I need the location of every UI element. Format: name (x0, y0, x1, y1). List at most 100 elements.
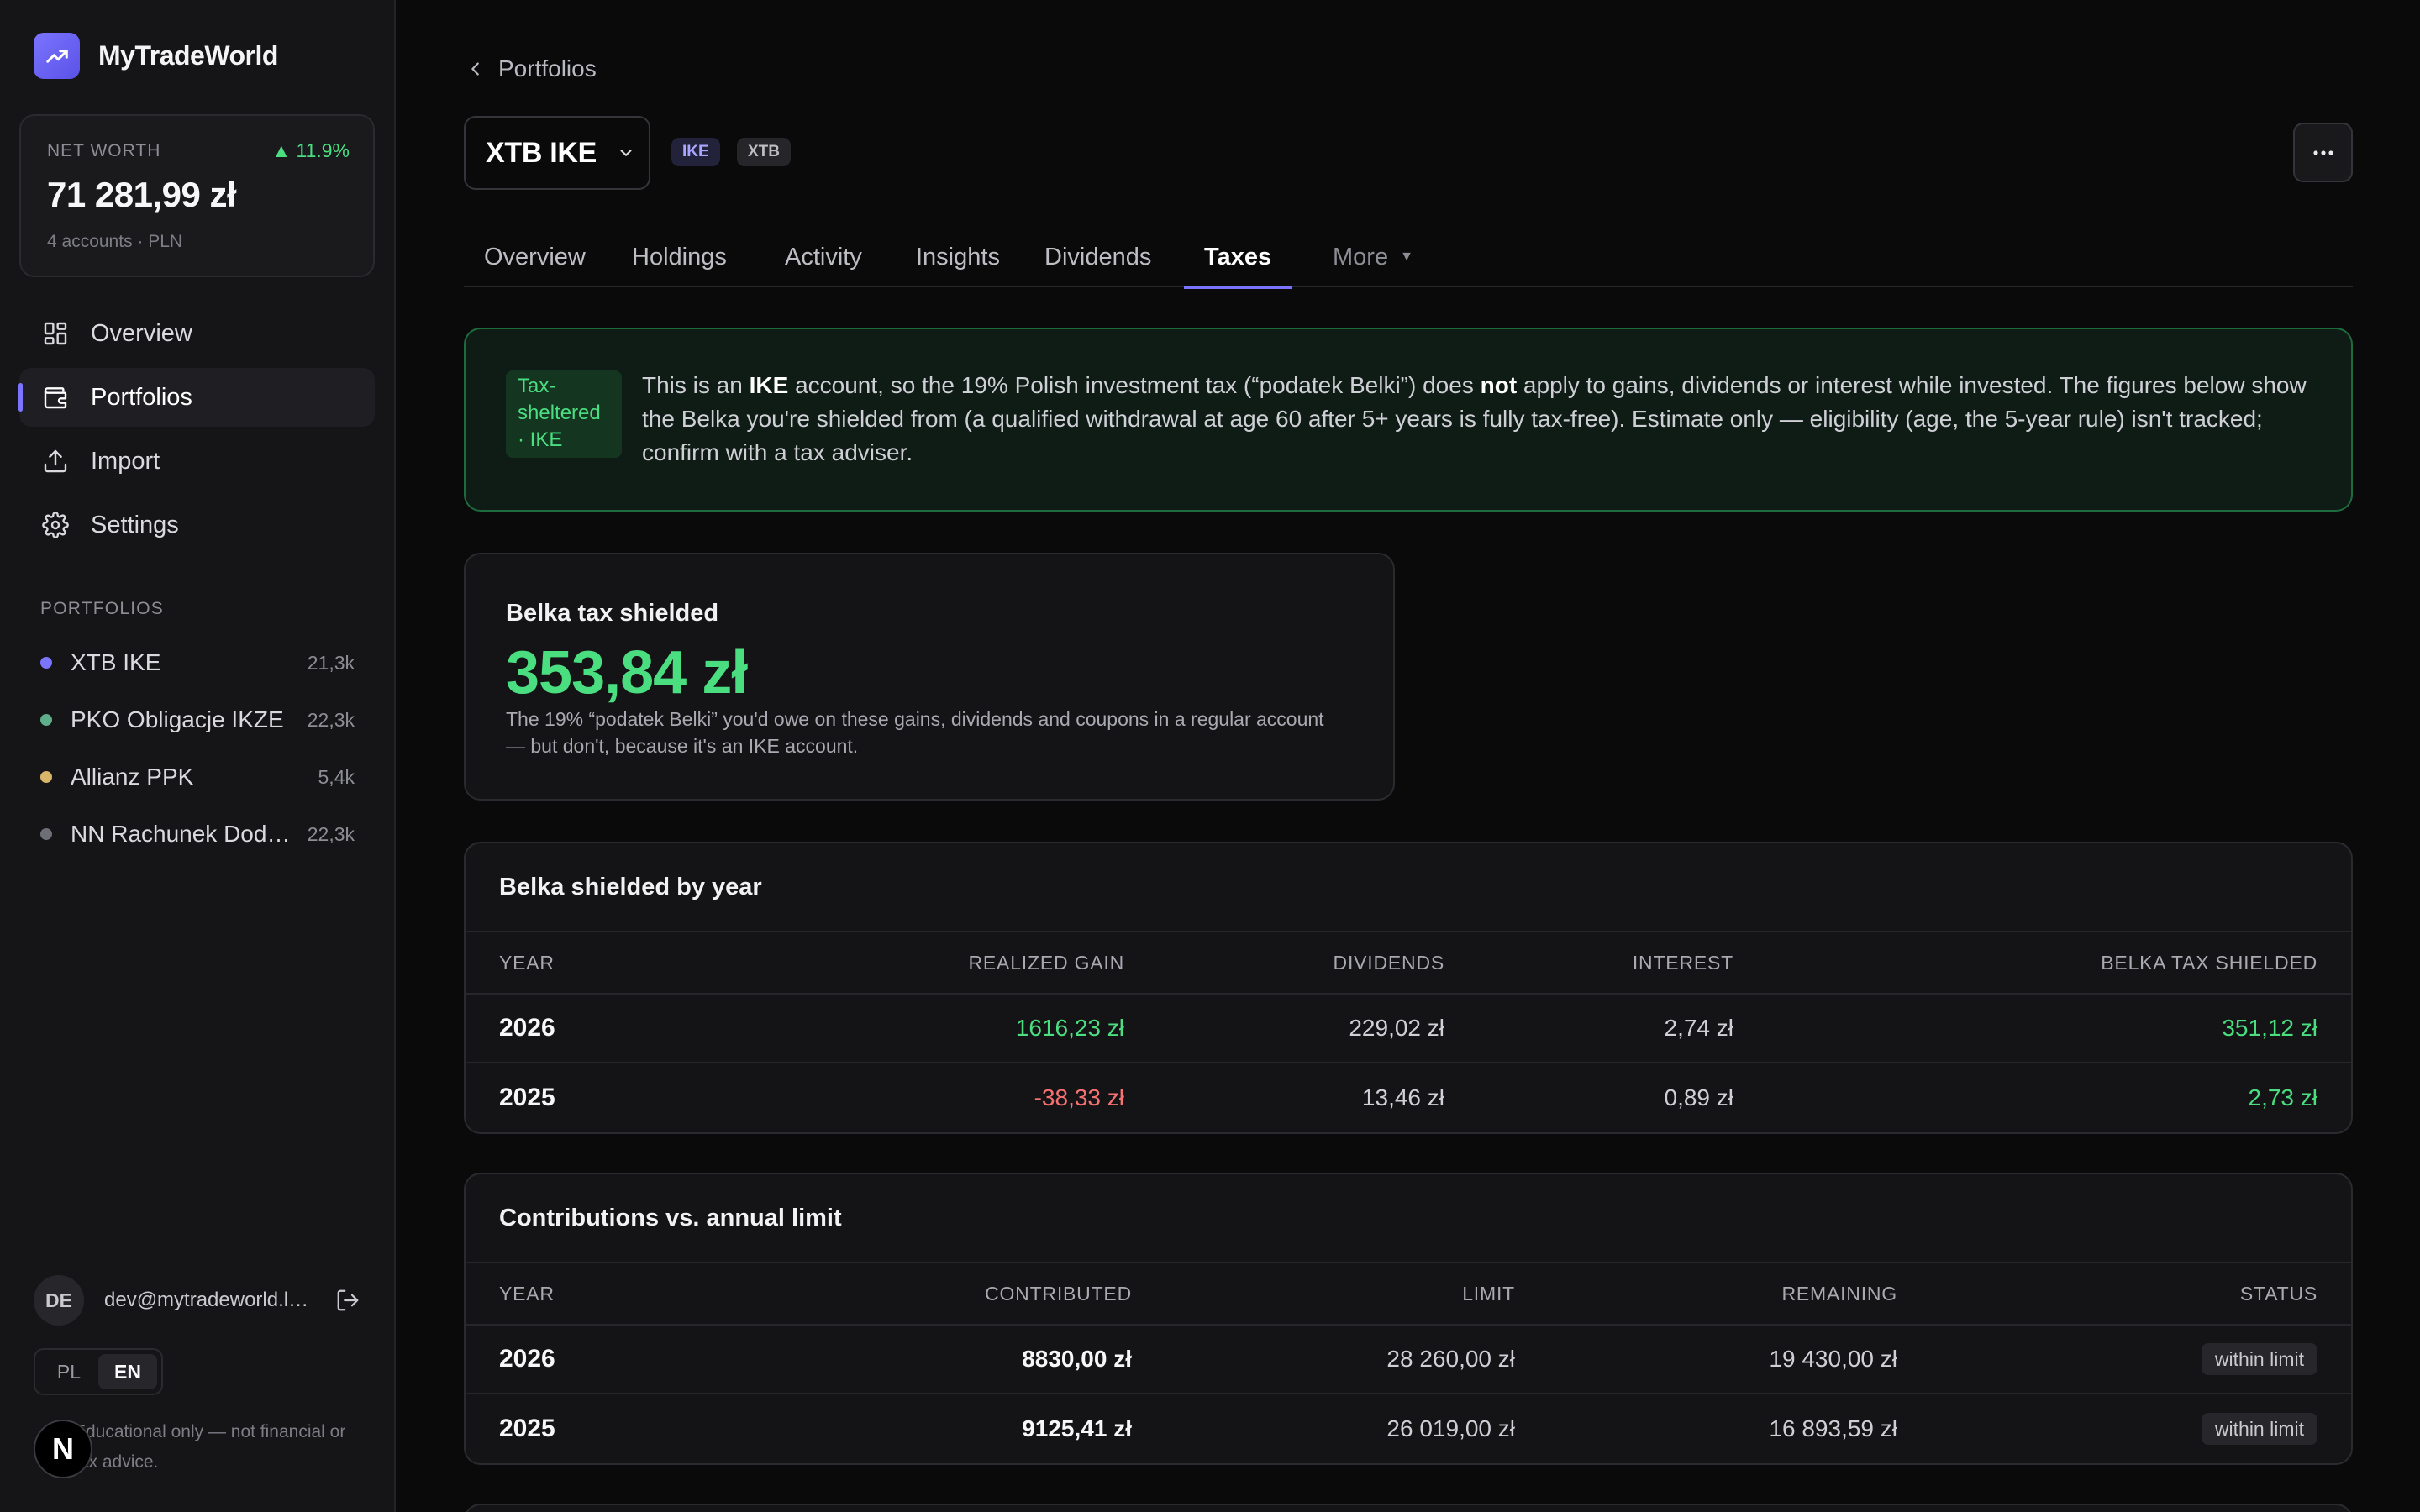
portfolios-heading: PORTFOLIOS (40, 599, 164, 618)
portfolio-color-dot (40, 828, 52, 840)
row-dividends: 13,46 zł (1361, 1084, 1444, 1110)
row-year: 2026 (499, 1014, 555, 1042)
upload-icon (40, 446, 71, 476)
user-email: dev@mytradeworld.local (104, 1289, 318, 1311)
portfolio-list: XTB IKE 21,3k PKO Obligacje IKZE 22,3k A… (40, 634, 355, 863)
gear-icon (40, 510, 71, 540)
col-contributed: CONTRIBUTED (985, 1282, 1132, 1305)
app-name: MyTradeWorld (98, 40, 278, 71)
portfolio-item[interactable]: NN Rachunek Dodatkowy 22,3k (40, 806, 355, 863)
net-worth-card: NET WORTH ▲ 11.9% 71 281,99 zł 4 account… (19, 114, 375, 277)
tab-holdings[interactable]: Holdings (612, 227, 747, 287)
row-limit: 28 260,00 zł (1386, 1346, 1515, 1372)
row-contributed: 8830,00 zł (1022, 1346, 1132, 1372)
user-row: DE dev@mytradeworld.local (34, 1275, 370, 1326)
nav-item-label: Settings (91, 511, 179, 538)
row-realized-gain: 1616,23 zł (1015, 1015, 1124, 1041)
main-nav: Overview Portfolios Import Settings (18, 304, 375, 559)
main-content: Portfolios XTB IKE IKE XTB Overview Hold… (397, 0, 2420, 1512)
more-actions-button[interactable] (2293, 123, 2353, 182)
tab-insights[interactable]: Insights (896, 227, 1020, 287)
account-selector[interactable]: XTB IKE (464, 116, 650, 190)
portfolio-amount: 21,3k (307, 651, 355, 674)
tax-sheltered-badge: Tax-sheltered · IKE (506, 370, 622, 458)
row-interest: 0,89 zł (1664, 1084, 1734, 1110)
trend-chart-icon (34, 33, 80, 79)
table-header: YEAR REALIZED GAIN DIVIDENDS INTEREST BE… (466, 932, 2351, 995)
nav-item-overview[interactable]: Overview (19, 304, 375, 363)
nav-item-label: Import (91, 447, 160, 475)
portfolio-item[interactable]: XTB IKE 21,3k (40, 634, 355, 691)
next-card (464, 1504, 2353, 1512)
row-contributed: 9125,41 zł (1022, 1415, 1132, 1441)
shield-value: 353,84 zł (506, 639, 748, 706)
account-type-badge: IKE (671, 138, 720, 166)
chevron-down-icon (617, 144, 635, 162)
lang-pl-button[interactable]: PL (39, 1354, 98, 1389)
nav-item-import[interactable]: Import (19, 432, 375, 491)
wallet-icon (40, 382, 71, 412)
row-remaining: 16 893,59 zł (1769, 1415, 1897, 1441)
breadcrumb[interactable]: Portfolios (466, 55, 597, 82)
portfolio-name: PKO Obligacje IKZE (71, 706, 284, 732)
tax-shelter-notice: Tax-sheltered · IKE This is an IKE accou… (464, 328, 2353, 512)
portfolio-color-dot (40, 657, 52, 669)
col-dividends: DIVIDENDS (1333, 951, 1444, 974)
row-dividends: 229,02 zł (1349, 1015, 1444, 1041)
ellipsis-icon (2312, 150, 2333, 155)
account-name: XTB IKE (486, 136, 597, 169)
tab-activity[interactable]: Activity (765, 227, 882, 287)
row-realized-gain: -38,33 zł (1034, 1084, 1124, 1110)
shield-title: Belka tax shielded (506, 600, 719, 627)
sidebar: MyTradeWorld NET WORTH ▲ 11.9% 71 281,99… (0, 0, 396, 1512)
row-status: within limit (2201, 1326, 2317, 1393)
row-interest: 2,74 zł (1664, 1015, 1734, 1041)
table-row: 2026 1616,23 zł 229,02 zł 2,74 zł 351,12… (466, 995, 2351, 1063)
grid-icon (40, 318, 71, 349)
col-belka-shielded: BELKA TAX SHIELDED (2101, 951, 2317, 974)
col-remaining: REMAINING (1781, 1282, 1897, 1305)
tab-more[interactable]: More ▼ (1313, 227, 1434, 287)
tab-overview[interactable]: Overview (464, 227, 606, 287)
tab-dividends[interactable]: Dividends (1024, 227, 1171, 287)
disclaimer: Educational only — not financial or tax … (74, 1422, 346, 1472)
table-title: Belka shielded by year (466, 843, 2351, 932)
broker-badge: XTB (737, 138, 791, 166)
portfolio-amount: 22,3k (307, 822, 355, 845)
belka-by-year-table: Belka shielded by year YEAR REALIZED GAI… (464, 842, 2353, 1134)
col-interest: INTEREST (1632, 951, 1733, 974)
belka-shielded-card: Belka tax shielded 353,84 zł The 19% “po… (464, 553, 1395, 801)
portfolio-item[interactable]: PKO Obligacje IKZE 22,3k (40, 691, 355, 748)
nav-item-settings[interactable]: Settings (19, 496, 375, 554)
net-worth-subtitle: 4 accounts · PLN (47, 232, 183, 251)
portfolio-color-dot (40, 714, 52, 726)
portfolio-amount: 5,4k (318, 765, 355, 788)
nav-item-label: Portfolios (91, 383, 192, 411)
nav-item-portfolios[interactable]: Portfolios (18, 368, 375, 427)
row-belka-shielded: 351,12 zł (2222, 1015, 2317, 1041)
brand[interactable]: MyTradeWorld (34, 33, 278, 79)
n-logo-icon[interactable]: N (34, 1420, 92, 1478)
nav-item-label: Overview (91, 319, 192, 347)
caret-down-icon: ▼ (1400, 249, 1413, 264)
col-year: YEAR (499, 951, 555, 974)
table-row: 2025 -38,33 zł 13,46 zł 0,89 zł 2,73 zł (466, 1063, 2351, 1132)
portfolio-name: Allianz PPK (71, 764, 194, 790)
portfolio-item[interactable]: Allianz PPK 5,4k (40, 748, 355, 806)
table-row: 2026 8830,00 zł 28 260,00 zł 19 430,00 z… (466, 1326, 2351, 1394)
net-worth-value: 71 281,99 zł (47, 175, 237, 214)
portfolio-name: XTB IKE (71, 649, 161, 675)
chevron-left-icon (466, 60, 485, 78)
net-worth-label: NET WORTH (47, 141, 161, 160)
row-year: 2026 (499, 1345, 555, 1373)
avatar[interactable]: DE (34, 1275, 84, 1326)
row-year: 2025 (499, 1415, 555, 1442)
lang-en-button[interactable]: EN (98, 1354, 157, 1389)
row-remaining: 19 430,00 zł (1769, 1346, 1897, 1372)
status-badge: within limit (2201, 1343, 2317, 1375)
logout-icon[interactable] (333, 1285, 363, 1315)
tab-taxes[interactable]: Taxes (1184, 227, 1292, 289)
portfolio-amount: 22,3k (307, 708, 355, 731)
row-status: within limit (2201, 1394, 2317, 1463)
status-badge: within limit (2201, 1413, 2317, 1445)
